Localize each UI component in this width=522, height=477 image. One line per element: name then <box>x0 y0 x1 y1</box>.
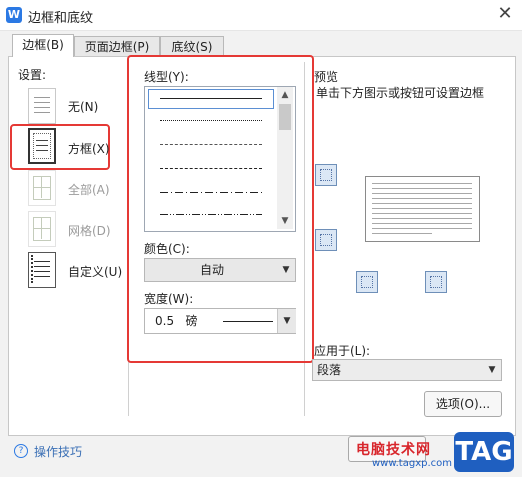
dropdown-button: ▼ <box>277 309 296 333</box>
custom-icon[interactable] <box>28 252 56 288</box>
scroll-down-icon[interactable]: ▼ <box>277 214 293 228</box>
all-icon <box>28 170 56 206</box>
line-style-dashed-small[interactable] <box>160 144 262 145</box>
width-label: 宽度(W): <box>144 292 194 306</box>
setting-all-label: 全部(A) <box>68 183 110 197</box>
watermark-text: 电脑技术网 <box>356 442 431 458</box>
scroll-thumb[interactable] <box>279 104 291 130</box>
preview-page[interactable] <box>365 176 480 242</box>
line-style-dotted[interactable] <box>160 120 262 121</box>
tips-link[interactable]: 操作技巧 <box>34 443 82 460</box>
line-style-solid[interactable] <box>160 98 262 99</box>
width-line-sample <box>223 321 273 322</box>
width-dropdown[interactable]: 0.5 磅 ▼ <box>144 308 296 334</box>
settings-label: 设置: <box>18 68 47 82</box>
apply-to-label: 应用于(L): <box>314 344 371 358</box>
title-bar: W 边框和底纹 ✕ <box>0 0 522 31</box>
line-style-dash-dot[interactable] <box>160 192 262 193</box>
watermark-logo: TAG <box>454 432 514 472</box>
grid-icon <box>28 211 56 247</box>
close-icon[interactable]: ✕ <box>494 4 516 26</box>
watermark-url: www.tagxp.com <box>372 458 452 469</box>
window-title: 边框和底纹 <box>28 11 94 26</box>
help-icon[interactable]: ? <box>14 444 28 458</box>
none-icon[interactable] <box>28 88 56 124</box>
tab-page-border[interactable]: 页面边框(P) <box>74 36 160 57</box>
wps-logo-icon: W <box>6 7 22 23</box>
options-button[interactable]: 选项(O)... <box>424 391 502 417</box>
color-value: 自动 <box>199 263 224 277</box>
setting-grid-label: 网格(D) <box>68 224 111 238</box>
left-border-button[interactable] <box>356 271 378 293</box>
line-style-dashed[interactable] <box>160 168 262 169</box>
color-label: 颜色(C): <box>144 242 190 256</box>
width-value: 0.5 磅 <box>155 314 198 328</box>
tab-border[interactable]: 边框(B) <box>12 34 74 57</box>
line-style-selected[interactable] <box>148 89 274 109</box>
setting-none-label[interactable]: 无(N) <box>68 98 98 115</box>
chevron-down-icon: ▼ <box>282 265 290 275</box>
preview-label: 预览 <box>314 70 339 84</box>
apply-to-dropdown[interactable]: 段落 ▼ <box>312 359 502 381</box>
preview-hint: 单击下方图示或按钮可设置边框 <box>316 86 485 100</box>
line-style-dash-dot-dot[interactable] <box>160 214 262 215</box>
chevron-down-icon: ▼ <box>283 316 291 326</box>
bottom-border-button[interactable] <box>315 229 337 251</box>
color-dropdown[interactable]: 自动 ▼ <box>144 258 296 282</box>
scroll-up-icon[interactable]: ▲ <box>277 88 293 102</box>
top-border-button[interactable] <box>315 164 337 186</box>
tab-shading[interactable]: 底纹(S) <box>160 36 224 57</box>
right-border-button[interactable] <box>425 271 447 293</box>
apply-to-value: 段落 <box>317 363 342 377</box>
setting-box-label[interactable]: 方框(X) <box>68 140 110 157</box>
box-icon[interactable] <box>28 128 56 164</box>
setting-custom-label[interactable]: 自定义(U) <box>68 263 122 280</box>
line-style-label: 线型(Y): <box>144 70 189 84</box>
chevron-down-icon: ▼ <box>488 365 496 375</box>
